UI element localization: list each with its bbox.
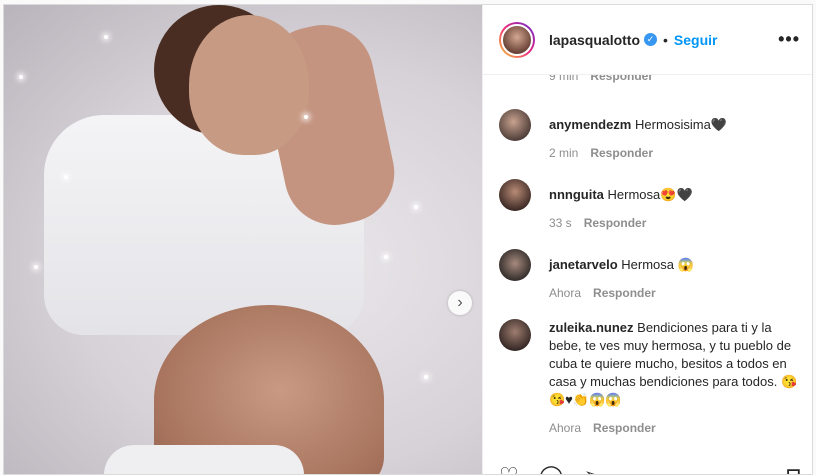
- avatar[interactable]: [499, 249, 531, 281]
- reply-button[interactable]: Responder: [590, 75, 653, 83]
- comment-meta: 9 min Responder: [549, 75, 653, 83]
- image-shorts: [104, 445, 304, 474]
- comment-username[interactable]: anymendezm: [549, 117, 631, 132]
- image-head: [189, 15, 309, 155]
- sparkle: [19, 75, 23, 79]
- comment-meta: 2 min Responder: [549, 146, 799, 160]
- reply-button[interactable]: Responder: [593, 286, 656, 300]
- next-image-button[interactable]: ›: [448, 291, 472, 315]
- comments-panel: lapasqualotto ✓ • Seguir ••• 9 min Respon…: [482, 5, 812, 474]
- comment-username[interactable]: zuleika.nunez: [549, 320, 634, 335]
- comment-time: Ahora: [549, 286, 582, 300]
- comment: nnnguita Hermosa😍🖤 33 s Responder: [499, 179, 799, 230]
- sparkle: [424, 375, 428, 379]
- sparkle: [304, 115, 308, 119]
- comment-text: Hermosa 😱: [621, 257, 694, 272]
- more-options-icon[interactable]: •••: [778, 29, 800, 50]
- bookmark-icon[interactable]: ⊓: [785, 463, 802, 474]
- sparkle: [384, 255, 388, 259]
- post-username[interactable]: lapasqualotto: [549, 32, 640, 48]
- verified-icon: ✓: [644, 33, 658, 46]
- avatar[interactable]: [499, 109, 531, 141]
- like-icon[interactable]: ♡: [499, 463, 519, 474]
- sparkle: [414, 205, 418, 209]
- comment-username[interactable]: janetarvelo: [549, 257, 618, 272]
- avatar[interactable]: [499, 21, 535, 58]
- comment-username[interactable]: nnnguita: [549, 187, 604, 202]
- avatar[interactable]: [499, 179, 531, 211]
- comment-time: 9 min: [549, 75, 579, 83]
- comment-icon[interactable]: ◯: [539, 463, 564, 474]
- avatar[interactable]: [499, 319, 531, 351]
- sparkle: [104, 35, 108, 39]
- comment-time: Ahora: [549, 421, 582, 435]
- comment-list[interactable]: 9 min Responder anymendezm Hermosisima🖤 2…: [483, 75, 812, 465]
- post-frame: › lapasqualotto ✓ • Seguir ••• 9 min Resp…: [3, 4, 813, 475]
- comment-time: 2 min: [549, 146, 579, 160]
- comment-meta: Ahora Responder: [549, 286, 799, 300]
- comment-text: Hermosisima🖤: [635, 117, 728, 132]
- separator-dot: •: [663, 31, 668, 48]
- post-image[interactable]: ›: [4, 5, 482, 474]
- reply-button[interactable]: Responder: [584, 216, 647, 230]
- comment: zuleika.nunez Bendiciones para ti y la b…: [499, 319, 799, 435]
- sparkle: [34, 265, 38, 269]
- reply-button[interactable]: Responder: [593, 421, 656, 435]
- comment-time: 33 s: [549, 216, 572, 230]
- comment: janetarvelo Hermosa 😱 Ahora Responder: [499, 249, 799, 300]
- comment: anymendezm Hermosisima🖤 2 min Responder: [499, 109, 799, 160]
- comment-meta: 33 s Responder: [549, 216, 799, 230]
- reply-button[interactable]: Responder: [590, 146, 653, 160]
- post-header: lapasqualotto ✓ • Seguir •••: [483, 5, 812, 75]
- action-bar: ♡ ◯ ➢: [499, 463, 616, 474]
- share-icon[interactable]: ➢: [584, 463, 602, 474]
- comment-meta: Ahora Responder: [549, 421, 799, 435]
- sparkle: [64, 175, 68, 179]
- follow-button[interactable]: Seguir: [674, 32, 718, 48]
- comment-text: Hermosa😍🖤: [607, 187, 693, 202]
- chevron-right-icon: ›: [457, 294, 463, 311]
